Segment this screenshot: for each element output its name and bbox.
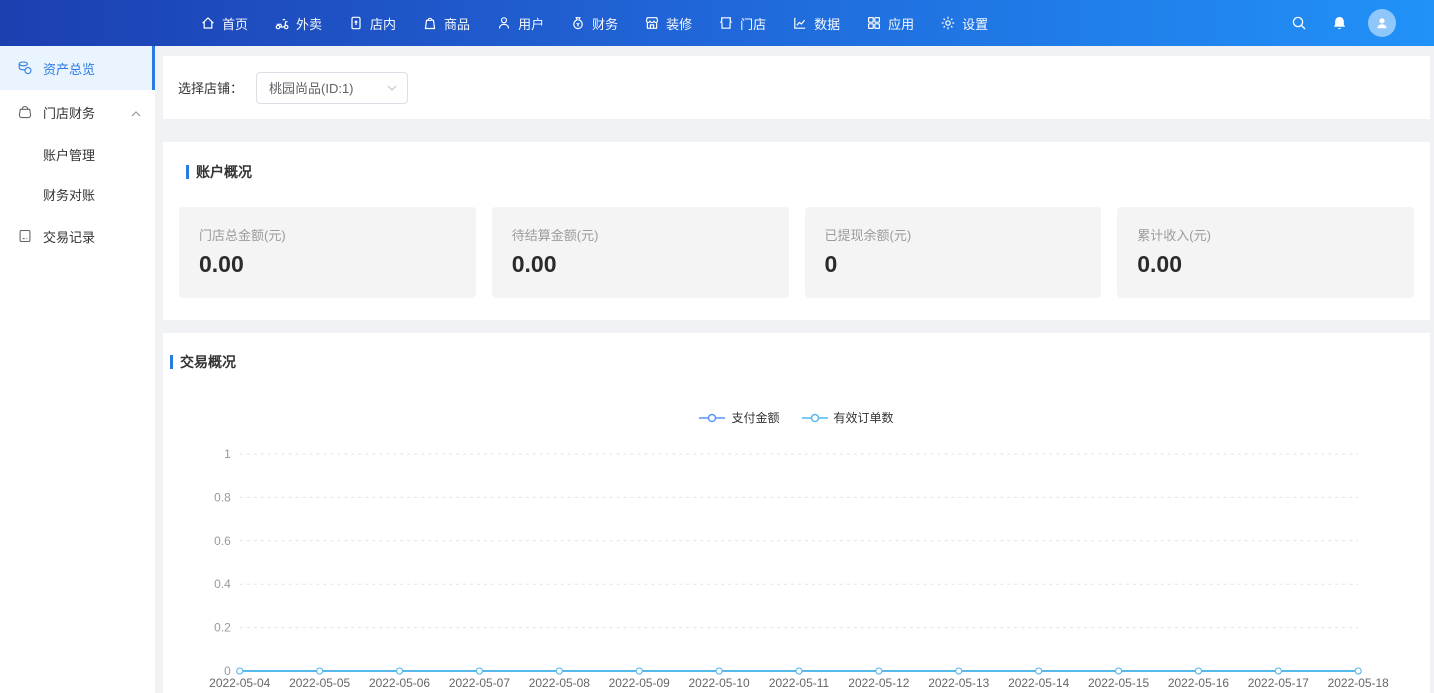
notification-bell-icon[interactable]	[1328, 12, 1350, 34]
chevron-down-icon	[387, 85, 397, 91]
nav-item-label: 店内	[370, 14, 396, 33]
svg-text:2022-05-18: 2022-05-18	[1328, 676, 1389, 690]
stat-card-value: 0.00	[199, 251, 456, 278]
instore-icon	[348, 15, 364, 31]
svg-text:2022-05-11: 2022-05-11	[769, 676, 830, 690]
nav-item-label: 设置	[962, 14, 988, 33]
store-select[interactable]: 桃园尚品(ID:1)	[256, 72, 408, 104]
purse-icon	[17, 104, 33, 120]
svg-text:0.2: 0.2	[214, 621, 231, 635]
top-nav-right	[1288, 9, 1434, 37]
nav-item-label: 应用	[888, 14, 914, 33]
svg-text:0.8: 0.8	[214, 490, 231, 504]
svg-text:2022-05-16: 2022-05-16	[1168, 676, 1229, 690]
decorate-storefront-icon	[644, 15, 660, 31]
svg-text:2022-05-15: 2022-05-15	[1088, 676, 1149, 690]
svg-text:2022-05-05: 2022-05-05	[289, 676, 350, 690]
sidebar-item-label: 资产总览	[43, 59, 95, 78]
svg-text:2022-05-07: 2022-05-07	[449, 676, 510, 690]
stat-card-cumulative-income: 累计收入(元) 0.00	[1117, 207, 1414, 298]
store-filter-panel: 选择店铺： 桃园尚品(ID:1)	[163, 56, 1430, 119]
settings-gear-icon	[940, 15, 956, 31]
stat-card-label: 待结算金额(元)	[512, 225, 769, 244]
sidebar-item-label: 门店财务	[43, 103, 95, 122]
nav-item-goods[interactable]: 商品	[422, 0, 470, 46]
top-nav-menu: 首页 外卖 店内 商品 用户 财务 装修 门店	[200, 0, 988, 46]
title-accent-bar	[186, 165, 189, 179]
takeout-scooter-icon	[274, 15, 290, 31]
nav-item-takeout[interactable]: 外卖	[274, 0, 322, 46]
sidebar-item-store-finance[interactable]: 门店财务	[0, 90, 155, 134]
nav-item-label: 装修	[666, 14, 692, 33]
transactions-line-chart: 00.20.40.60.812022-05-042022-05-052022-0…	[163, 333, 1430, 693]
stat-card-store-total: 门店总金额(元) 0.00	[179, 207, 476, 298]
sidebar-item-label: 财务对账	[43, 185, 95, 204]
nav-item-label: 外卖	[296, 14, 322, 33]
nav-item-apps[interactable]: 应用	[866, 0, 914, 46]
home-icon	[200, 15, 216, 31]
stat-card-pending-settlement: 待结算金额(元) 0.00	[492, 207, 789, 298]
svg-text:2022-05-17: 2022-05-17	[1248, 676, 1309, 690]
top-nav: 首页 外卖 店内 商品 用户 财务 装修 门店	[0, 0, 1434, 46]
stat-card-value: 0	[825, 251, 1082, 278]
data-chart-icon	[792, 15, 808, 31]
nav-item-label: 门店	[740, 14, 766, 33]
nav-item-decorate[interactable]: 装修	[644, 0, 692, 46]
nav-item-store[interactable]: 门店	[718, 0, 766, 46]
sidebar-item-label: 账户管理	[43, 145, 95, 164]
stat-card-value: 0.00	[1137, 251, 1394, 278]
svg-text:2022-05-08: 2022-05-08	[529, 676, 590, 690]
nav-item-home[interactable]: 首页	[200, 0, 248, 46]
svg-text:2022-05-04: 2022-05-04	[209, 676, 270, 690]
stat-card-label: 门店总金额(元)	[199, 225, 456, 244]
nav-item-label: 财务	[592, 14, 618, 33]
svg-text:0.6: 0.6	[214, 534, 231, 548]
nav-item-label: 商品	[444, 14, 470, 33]
svg-text:2022-05-13: 2022-05-13	[928, 676, 989, 690]
svg-text:2022-05-14: 2022-05-14	[1008, 676, 1069, 690]
nav-item-label: 用户	[518, 14, 544, 33]
sidebar: 资产总览 门店财务 账户管理 财务对账 交易记录	[0, 46, 155, 693]
nav-item-finance[interactable]: 财务	[570, 0, 618, 46]
store-icon	[718, 15, 734, 31]
stat-cards: 门店总金额(元) 0.00 待结算金额(元) 0.00 已提现余额(元) 0 累…	[179, 207, 1414, 298]
stat-card-label: 累计收入(元)	[1137, 225, 1394, 244]
nav-item-users[interactable]: 用户	[496, 0, 544, 46]
sidebar-item-label: 交易记录	[43, 227, 95, 246]
main-content: 选择店铺： 桃园尚品(ID:1) 账户概况 门店总金额(元) 0.00 待结算金…	[155, 46, 1434, 693]
goods-bag-icon	[422, 15, 438, 31]
nav-item-data[interactable]: 数据	[792, 0, 840, 46]
apps-grid-icon	[866, 15, 882, 31]
nav-item-settings[interactable]: 设置	[940, 0, 988, 46]
sidebar-item-transaction-records[interactable]: 交易记录	[0, 214, 155, 258]
sidebar-item-account-management[interactable]: 账户管理	[0, 134, 155, 174]
record-document-icon	[17, 228, 33, 244]
transaction-overview-panel: 交易概况 支付金额有效订单数 00.20.40.60.812022-05-042…	[163, 333, 1430, 693]
svg-text:2022-05-09: 2022-05-09	[609, 676, 670, 690]
store-select-value: 桃园尚品(ID:1)	[269, 78, 354, 97]
chevron-up-icon	[131, 105, 141, 120]
account-overview-panel: 账户概况 门店总金额(元) 0.00 待结算金额(元) 0.00 已提现余额(元…	[163, 142, 1430, 320]
finance-moneybag-icon	[570, 15, 586, 31]
stat-card-label: 已提现余额(元)	[825, 225, 1082, 244]
nav-item-label: 数据	[814, 14, 840, 33]
svg-text:0.4: 0.4	[214, 577, 231, 591]
user-avatar[interactable]	[1368, 9, 1396, 37]
svg-text:2022-05-12: 2022-05-12	[848, 676, 909, 690]
store-filter-label: 选择店铺：	[178, 78, 243, 97]
search-icon[interactable]	[1288, 12, 1310, 34]
nav-item-label: 首页	[222, 14, 248, 33]
coins-icon	[17, 60, 33, 76]
sidebar-item-asset-overview[interactable]: 资产总览	[0, 46, 155, 90]
nav-item-instore[interactable]: 店内	[348, 0, 396, 46]
svg-text:2022-05-10: 2022-05-10	[689, 676, 750, 690]
stat-card-value: 0.00	[512, 251, 769, 278]
sidebar-item-financial-reconciliation[interactable]: 财务对账	[0, 174, 155, 214]
account-overview-title: 账户概况	[186, 162, 1414, 182]
svg-text:2022-05-06: 2022-05-06	[369, 676, 430, 690]
stat-card-withdrawn-balance: 已提现余额(元) 0	[805, 207, 1102, 298]
svg-text:1: 1	[224, 447, 231, 461]
user-icon	[496, 15, 512, 31]
